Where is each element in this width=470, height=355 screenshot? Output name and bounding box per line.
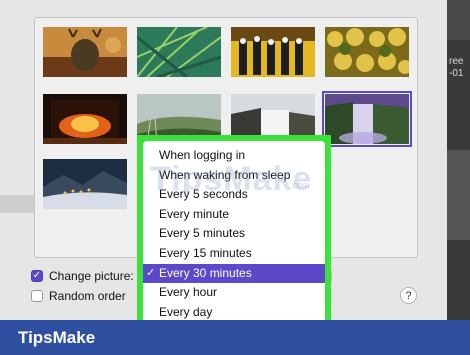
- watermark-suffix: .com: [290, 180, 310, 190]
- right-desktop-strip: ree -01: [447, 0, 470, 355]
- wallpaper-thumb-pumpkins[interactable]: [325, 27, 409, 77]
- menu-item-every-minute[interactable]: Every minute: [143, 205, 325, 225]
- wallpaper-thumb-fireplace[interactable]: [43, 94, 127, 144]
- change-picture-label: Change picture:: [49, 269, 134, 283]
- sidebar-selection-strip: [0, 195, 34, 213]
- menu-item-when-logging-in[interactable]: When logging in: [143, 146, 325, 166]
- change-picture-row[interactable]: ✓ Change picture:: [31, 269, 134, 283]
- random-order-checkbox[interactable]: [31, 290, 43, 302]
- menu-item-every-15-minutes[interactable]: Every 15 minutes: [143, 244, 325, 264]
- wallpaper-thumb-palm[interactable]: [137, 27, 221, 77]
- wallpaper-thumb-snowy-village[interactable]: [43, 159, 127, 209]
- random-order-row[interactable]: Random order: [31, 289, 126, 303]
- change-picture-checkbox[interactable]: ✓: [31, 270, 43, 282]
- wallpaper-thumb-elk[interactable]: [43, 27, 127, 77]
- interval-dropdown-highlight: When logging in When waking from sleep E…: [137, 135, 331, 325]
- menu-item-every-5-minutes[interactable]: Every 5 minutes: [143, 224, 325, 244]
- checkmark-icon: ✓: [32, 270, 42, 281]
- wallpaper-thumb-purple-waterfall[interactable]: [322, 91, 412, 147]
- wallpaper-thumb-skeletons[interactable]: [231, 27, 315, 77]
- footer-brand-logo: TipsMake: [18, 328, 96, 347]
- right-strip-text-1: ree: [449, 56, 464, 67]
- footer-banner: TipsMake: [0, 320, 470, 355]
- help-button[interactable]: ?: [400, 287, 417, 304]
- check-icon: ✓: [146, 266, 156, 279]
- menu-item-every-hour[interactable]: Every hour: [143, 283, 325, 303]
- right-strip-text-2: -01: [449, 68, 464, 79]
- menu-item-every-30-minutes[interactable]: ✓ Every 30 minutes: [143, 263, 325, 284]
- random-order-label: Random order: [49, 289, 126, 303]
- interval-dropdown-menu: When logging in When waking from sleep E…: [143, 141, 325, 325]
